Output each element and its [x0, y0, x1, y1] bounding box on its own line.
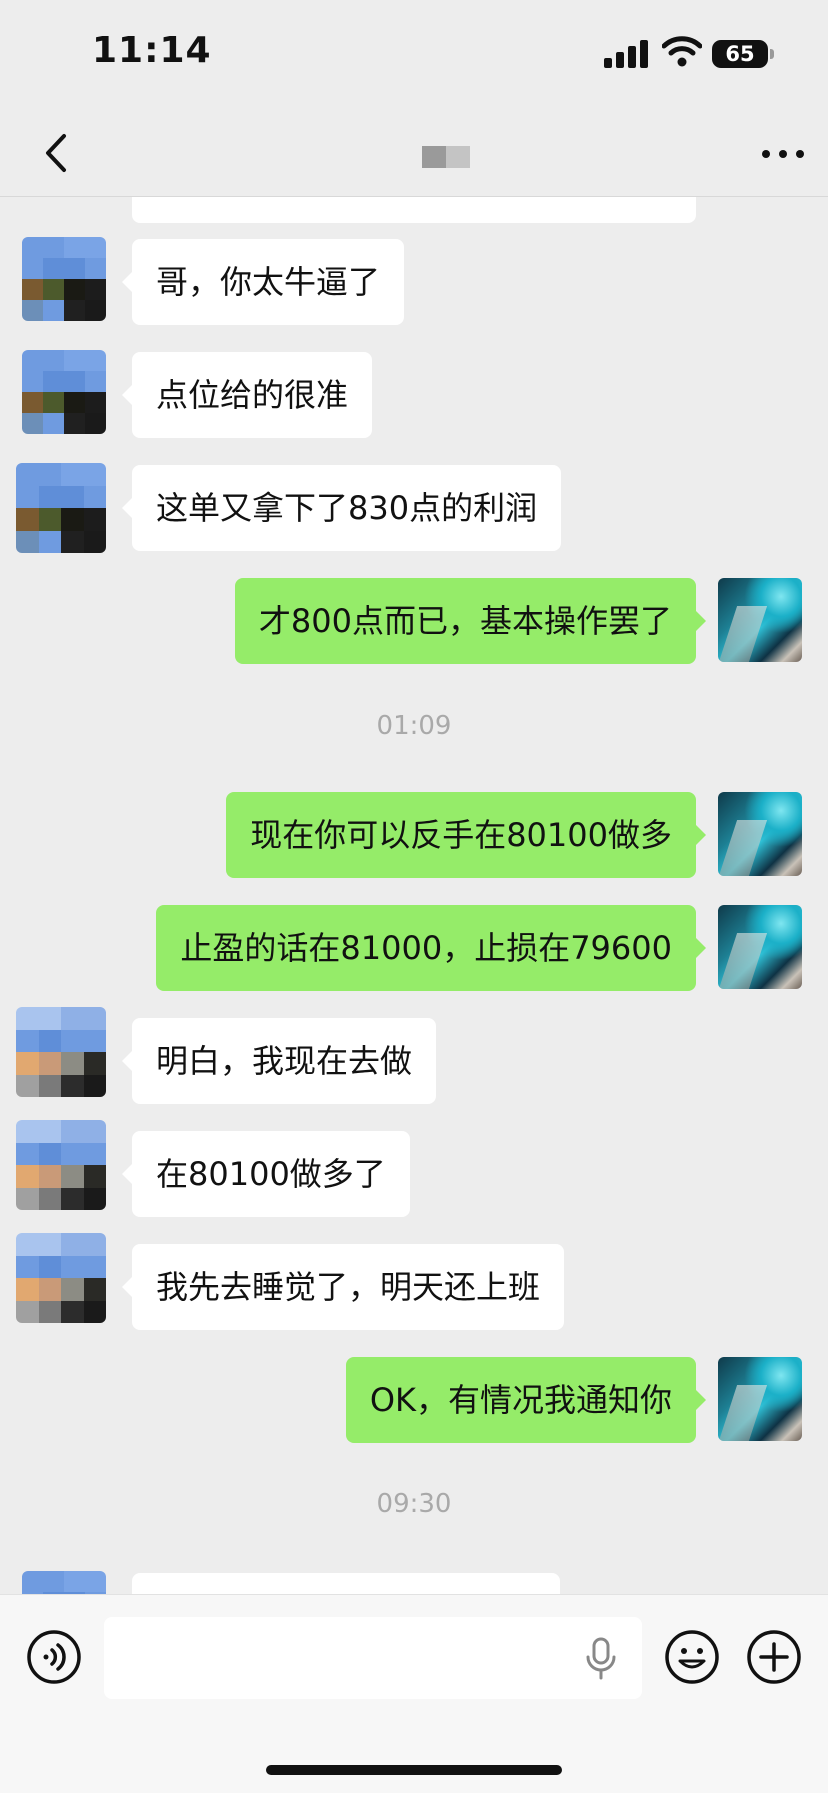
nav-bar [0, 110, 828, 197]
my-avatar[interactable] [718, 905, 802, 989]
contact-avatar[interactable] [22, 350, 106, 434]
contact-avatar[interactable] [16, 1233, 106, 1323]
more-horizontal-icon[interactable] [756, 134, 810, 174]
message-bubble-outgoing[interactable]: 现在你可以反手在80100做多 [226, 792, 706, 878]
contact-avatar[interactable] [16, 1007, 106, 1097]
contact-avatar[interactable] [16, 1120, 106, 1210]
contact-avatar[interactable] [22, 237, 106, 321]
plus-icon[interactable] [746, 1629, 802, 1685]
battery-indicator: 65 [712, 40, 774, 68]
input-bar [0, 1594, 828, 1793]
message-bubble-outgoing[interactable]: 止盈的话在81000，止损在79600 [156, 905, 706, 991]
message-bubble-outgoing[interactable]: OK，有情况我通知你 [345, 1357, 707, 1443]
message-timestamp: 01:09 [376, 711, 452, 741]
message-bubble-incoming[interactable]: 明白，我现在去做 [121, 1018, 437, 1104]
message-bubble-incoming[interactable]: 这单又拿下了830点的利润 [121, 465, 562, 551]
my-avatar[interactable] [718, 792, 802, 876]
chat-message-list[interactable]: 哥，你太牛逼了 点位给的很准 这单又拿下了830点的利润 才800点而已，基本操… [0, 197, 828, 1594]
contact-avatar[interactable] [16, 463, 106, 553]
signal-icon [604, 38, 650, 68]
voice-input-icon[interactable] [26, 1629, 82, 1685]
chevron-left-icon[interactable] [34, 128, 84, 178]
contact-avatar[interactable] [22, 1571, 106, 1594]
wifi-icon [662, 36, 702, 67]
message-bubble-incoming[interactable]: 点位给的很准 [121, 352, 373, 438]
my-avatar[interactable] [718, 578, 802, 662]
status-bar: 11:14 65 [0, 0, 828, 110]
message-timestamp: 09:30 [376, 1489, 452, 1519]
message-text-input[interactable] [104, 1617, 642, 1699]
message-bubble-incoming[interactable]: 我先去睡觉了，明天还上班 [121, 1244, 565, 1330]
message-bubble-incoming[interactable]: 哥，你太牛逼了 [121, 239, 405, 325]
status-time: 11:14 [92, 30, 212, 71]
message-bubble-partial[interactable] [132, 197, 696, 223]
my-avatar[interactable] [718, 1357, 802, 1441]
message-bubble-outgoing[interactable]: 才800点而已，基本操作罢了 [234, 578, 707, 664]
emoji-icon[interactable] [664, 1629, 720, 1685]
home-indicator [266, 1765, 562, 1775]
message-bubble-partial[interactable] [132, 1573, 560, 1594]
message-bubble-incoming[interactable]: 在80100做多了 [122, 1131, 410, 1217]
microphone-icon[interactable] [584, 1637, 618, 1681]
chat-title-blurred [422, 146, 470, 168]
